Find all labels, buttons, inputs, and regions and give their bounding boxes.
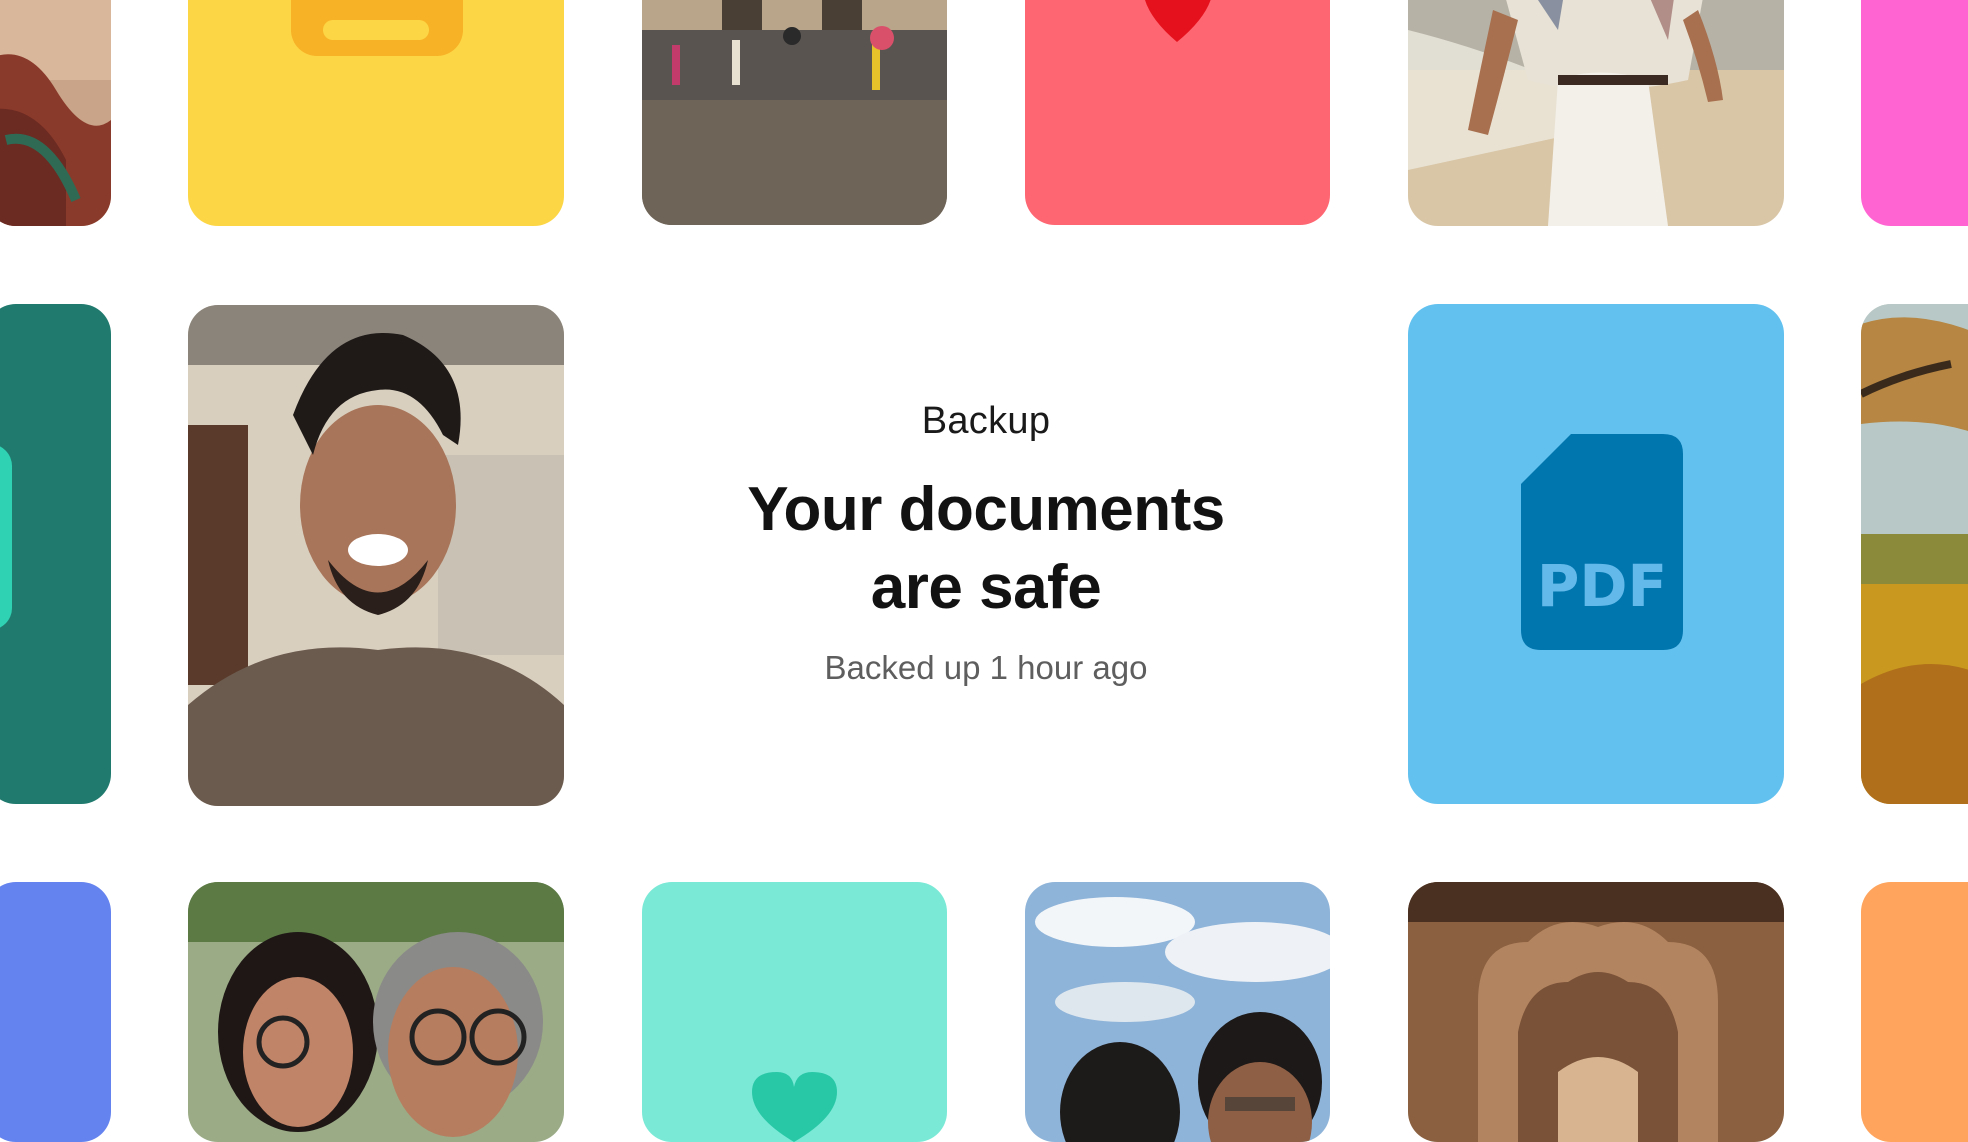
pdf-label: PDF	[1536, 552, 1668, 620]
photo-tile-couple-glasses[interactable]	[188, 882, 564, 1142]
photo-friends-sky-image	[1025, 882, 1330, 1142]
photo-couple-glasses-image	[188, 882, 564, 1142]
color-tile-yellow[interactable]	[188, 0, 564, 226]
photo-tile-friends-sky[interactable]	[1025, 882, 1330, 1142]
color-tile-periwinkle[interactable]	[0, 882, 111, 1142]
color-tile-coral[interactable]	[1025, 0, 1330, 225]
backup-status-card: Backup Your documents are safe Backed up…	[642, 400, 1330, 687]
coral-heart-icon	[1025, 0, 1330, 225]
yellow-note-icon	[188, 0, 564, 226]
headline-line-2: are safe	[870, 553, 1102, 622]
backup-headline: Your documents are safe	[642, 471, 1330, 627]
color-tile-orange[interactable]	[1861, 882, 1968, 1142]
photo-laughing-man-image	[188, 305, 564, 806]
photo-woman-scarf-image	[0, 0, 111, 226]
photo-tile-rainy-crowd[interactable]	[642, 0, 947, 225]
color-tile-mint[interactable]	[642, 882, 947, 1142]
color-tile-teal[interactable]	[0, 304, 111, 804]
photo-tile-laughing-man[interactable]	[188, 305, 564, 806]
photo-tile-arch[interactable]	[1408, 882, 1784, 1142]
photo-beach-man-image	[1408, 0, 1784, 226]
photo-tile-woman-scarf[interactable]	[0, 0, 111, 226]
photo-arch-image	[1408, 882, 1784, 1142]
photo-tile-beach-man[interactable]	[1408, 0, 1784, 226]
mint-heart-icon	[642, 882, 947, 1142]
pdf-file-icon: PDF	[1521, 434, 1683, 650]
backup-eyebrow: Backup	[921, 400, 1051, 442]
teal-tile-background	[0, 304, 111, 804]
photo-autumn-field-image	[1861, 304, 1968, 804]
photo-tile-autumn-field[interactable]	[1861, 304, 1968, 804]
color-tile-pink[interactable]	[1861, 0, 1968, 226]
photo-rainy-crowd-image	[642, 0, 947, 225]
color-tile-pdf[interactable]: PDF	[1408, 304, 1784, 804]
backup-timestamp: Backed up 1 hour ago	[824, 649, 1148, 686]
headline-line-1: Your documents	[747, 475, 1225, 544]
